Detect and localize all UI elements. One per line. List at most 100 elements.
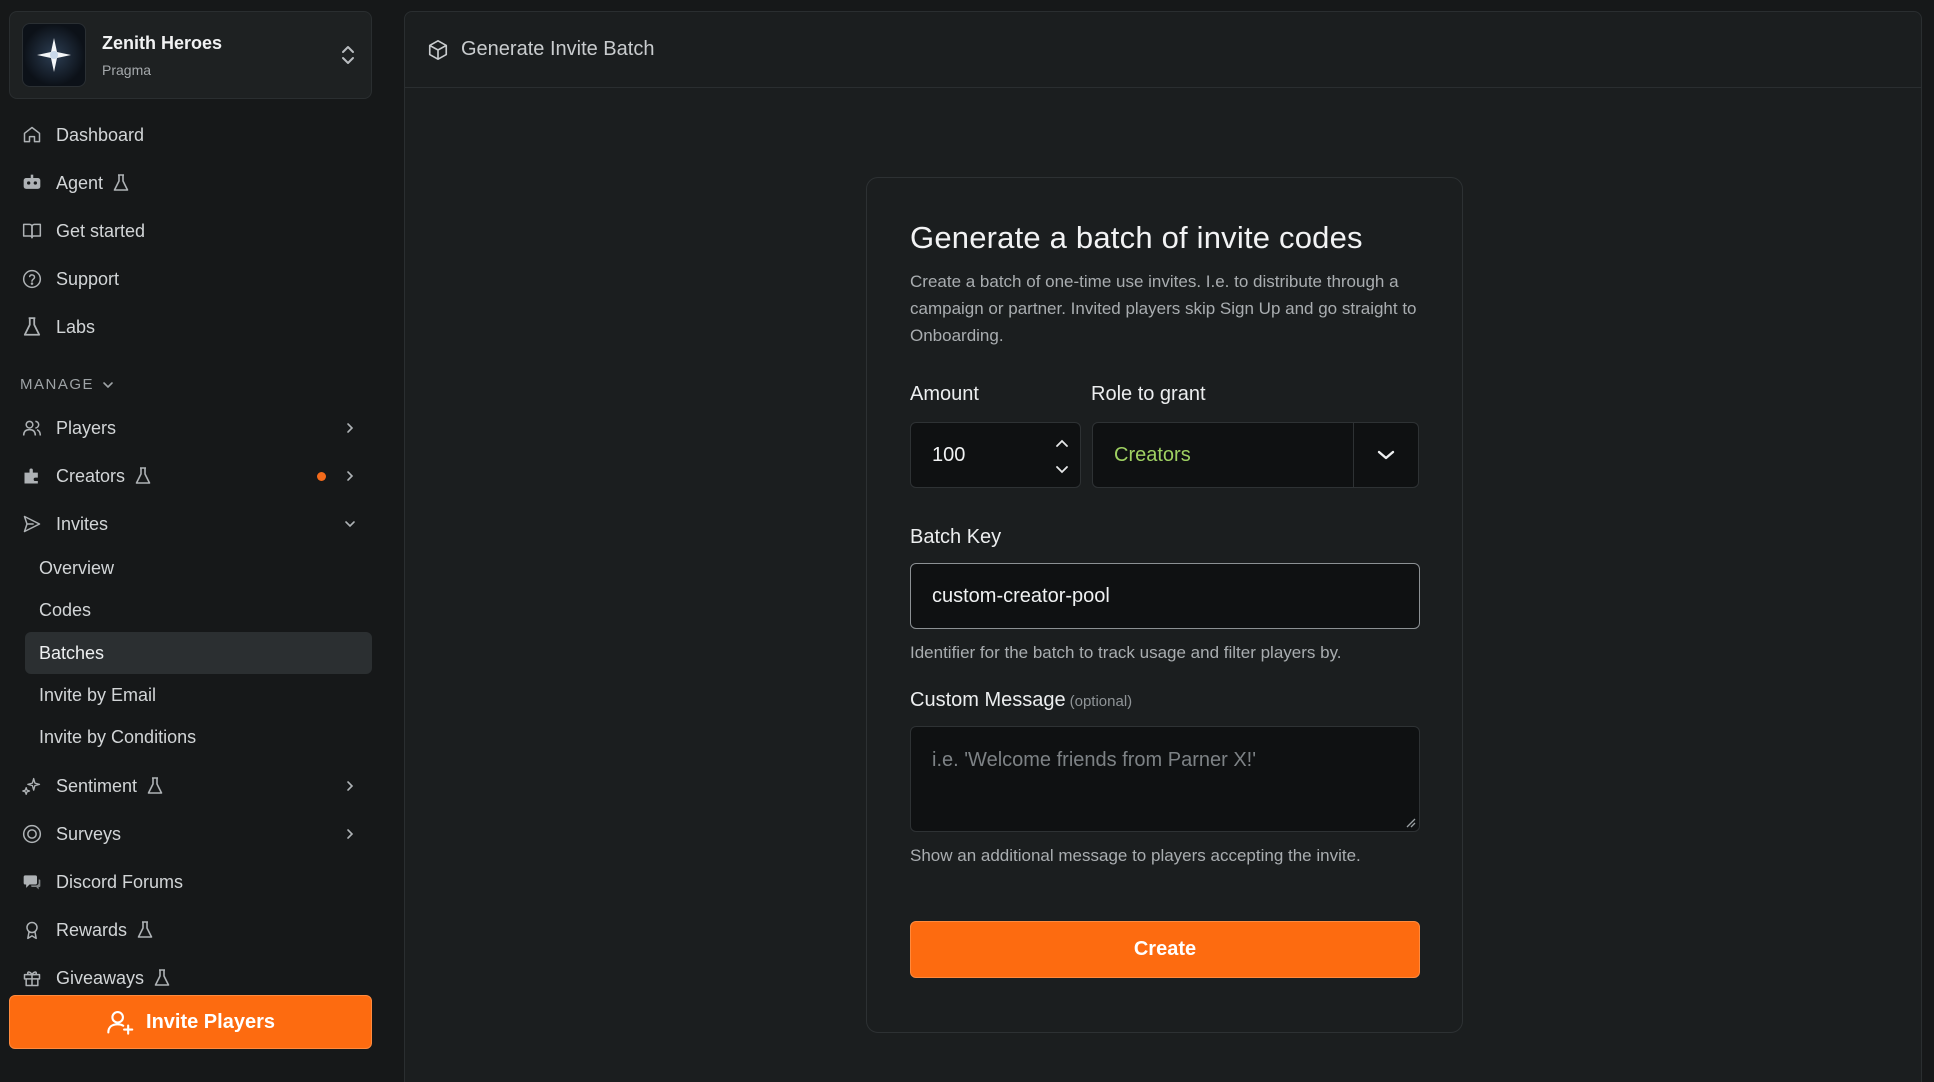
custom-message-help: Show an additional message to players ac… [910,846,1361,865]
sidebar-item-get-started[interactable]: Get started [20,211,372,251]
workspace-name: Zenith Heroes [102,32,223,53]
form-title: Generate a batch of invite codes [910,220,1363,255]
send-icon [20,512,44,536]
sidebar-item-discord-forums[interactable]: Discord Forums [20,862,372,902]
optional-tag: (optional) [1069,693,1133,710]
chevron-right-icon [340,824,360,844]
sidebar-item-label: Dashboard [56,124,145,145]
chevron-up-icon[interactable] [1055,431,1069,454]
sidebar-subitem-invite-by-email[interactable]: Invite by Email [25,674,372,716]
batch-key-input[interactable]: custom-creator-pool [910,563,1420,629]
sidebar-item-surveys[interactable]: Surveys [20,814,372,854]
amount-stepper[interactable] [1054,431,1070,481]
sidebar-subitem-overview[interactable]: Overview [25,547,372,589]
sidebar-item-label: Creators [56,465,126,486]
flask-icon [137,921,155,939]
flask-icon [113,174,131,192]
role-select[interactable]: Creators [1092,422,1419,488]
sidebar-subitem-batches[interactable]: Batches [25,632,372,674]
award-icon [20,918,44,942]
amount-role-labels: Amount Role to grant [910,383,1419,406]
role-select-value: Creators [1114,443,1191,466]
sidebar-item-dashboard[interactable]: Dashboard [20,115,372,155]
chevrons-up-down-icon [337,41,359,69]
sidebar-item-label: Support [56,268,120,289]
sidebar-item-label: Invites [56,513,109,534]
page-title: Generate Invite Batch [461,38,655,60]
notification-dot [317,472,326,481]
custom-message-placeholder: i.e. 'Welcome friends from Parner X!' [932,749,1257,771]
sidebar-item-support[interactable]: Support [20,259,372,299]
workspace-switcher[interactable]: Zenith Heroes Pragma [9,11,372,99]
chevron-down-icon [102,381,114,389]
home-icon [20,123,44,147]
chevron-down-icon[interactable] [1353,423,1418,487]
form-description: Create a batch of one-time use invites. … [910,272,1417,345]
role-label: Role to grant [1091,383,1206,405]
chevron-right-icon [340,776,360,796]
sidebar-item-sentiment[interactable]: Sentiment [20,766,372,806]
sparkles-icon [20,774,44,798]
chevron-down-icon[interactable] [1055,458,1069,481]
sidebar-item-rewards[interactable]: Rewards [20,910,372,950]
custom-message-textarea[interactable]: i.e. 'Welcome friends from Parner X!' [910,726,1420,832]
batch-key-value: custom-creator-pool [932,584,1110,607]
flask-icon [20,315,44,339]
custom-message-label-row: Custom Message (optional) [910,689,1419,712]
generate-batch-card: Generate a batch of invite codes Create … [866,177,1463,1033]
batch-key-help: Identifier for the batch to track usage … [910,643,1342,662]
chevron-right-icon [340,466,360,486]
box-icon [427,39,449,61]
agent-icon [20,171,44,195]
sidebar-item-giveaways[interactable]: Giveaways [20,958,372,998]
sidebar: Zenith Heroes Pragma Dashboard Agent Get… [0,0,390,1082]
create-button[interactable]: Create [910,921,1420,978]
sidebar-item-labs[interactable]: Labs [20,307,372,347]
chevron-down-icon [340,514,360,534]
sidebar-item-agent[interactable]: Agent [20,163,372,203]
workspace-subtitle: Pragma [102,61,152,78]
sidebar-subitem-codes[interactable]: Codes [25,589,372,631]
amount-value: 100 [932,443,966,466]
book-icon [20,219,44,243]
batch-key-label: Batch Key [910,526,1002,548]
amount-input[interactable]: 100 [910,422,1081,488]
sidebar-item-label: Players [56,417,117,438]
user-plus-icon [106,1008,134,1036]
sidebar-subitem-invite-by-conditions[interactable]: Invite by Conditions [25,716,372,758]
flask-icon [154,969,172,987]
sidebar-item-label: Labs [56,316,96,337]
app-root: Zenith Heroes Pragma Dashboard Agent Get… [0,0,1934,1082]
invite-players-label: Invite Players [146,1010,275,1033]
sidebar-item-label: Sentiment [56,775,138,796]
workspace-logo [22,23,86,87]
flask-icon [135,467,153,485]
section-label: MANAGE [20,376,95,393]
invite-players-button[interactable]: Invite Players [9,995,372,1049]
section-manage-toggle[interactable]: MANAGE [20,376,114,393]
chevron-right-icon [340,418,360,438]
main-panel: Generate Invite Batch Generate a batch o… [404,11,1922,1082]
amount-role-inputs: 100 Creators [910,422,1419,488]
gift-icon [20,966,44,990]
users-icon [20,416,44,440]
amount-label: Amount [910,383,979,405]
sidebar-item-label: Agent [56,172,104,193]
sidebar-item-label: Surveys [56,823,122,844]
sidebar-item-label: Discord Forums [56,871,184,892]
resize-handle-icon[interactable] [1404,816,1416,828]
custom-message-label: Custom Message [910,689,1066,711]
survey-icon [20,822,44,846]
workspace-text: Zenith Heroes Pragma [102,33,337,78]
puzzle-icon [20,464,44,488]
sidebar-item-label: Rewards [56,919,128,940]
page-header: Generate Invite Batch [405,12,1921,88]
sidebar-item-label: Get started [56,220,146,241]
sidebar-item-label: Giveaways [56,967,145,988]
discord-icon [20,870,44,894]
sidebar-item-players[interactable]: Players [20,408,372,448]
sidebar-item-creators[interactable]: Creators [20,456,372,496]
flask-icon [147,777,165,795]
help-circle-icon [20,267,44,291]
sidebar-item-invites[interactable]: Invites [20,504,372,544]
